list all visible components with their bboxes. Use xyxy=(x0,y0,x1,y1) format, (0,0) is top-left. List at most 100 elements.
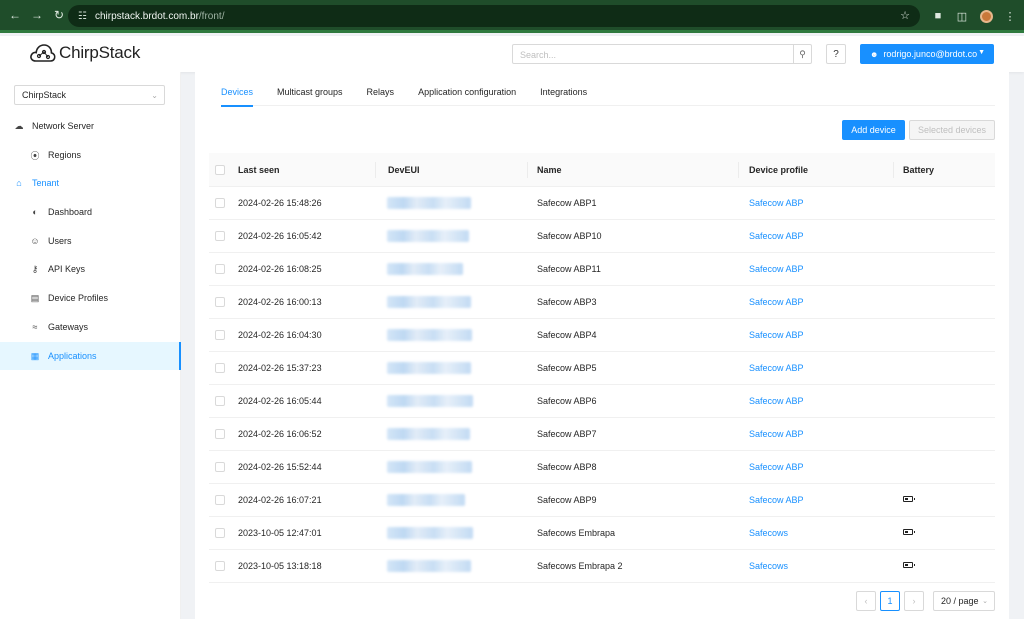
row-checkbox[interactable] xyxy=(215,330,225,340)
row-checkbox[interactable] xyxy=(215,198,225,208)
deveui-redacted xyxy=(387,263,463,275)
column-header-battery[interactable]: Battery xyxy=(903,165,934,175)
select-all-checkbox[interactable] xyxy=(215,165,225,175)
deveui-redacted xyxy=(387,494,465,506)
row-checkbox[interactable] xyxy=(215,264,225,274)
sidebar-item-applications[interactable]: ▦ Applications xyxy=(0,342,181,370)
row-checkbox[interactable] xyxy=(215,462,225,472)
table-row[interactable]: 2024-02-26 15:37:23 Safecow ABP5 Safecow A… xyxy=(209,352,995,385)
device-name-link[interactable]: Safecow ABP9 xyxy=(537,495,597,505)
profile-avatar[interactable] xyxy=(978,5,994,27)
device-name-link[interactable]: Safecow ABP3 xyxy=(537,297,597,307)
column-header-deveui[interactable]: DevEUI xyxy=(388,165,420,175)
row-checkbox[interactable] xyxy=(215,231,225,241)
row-checkbox[interactable] xyxy=(215,528,225,538)
row-checkbox[interactable] xyxy=(215,495,225,505)
device-name-link[interactable]: Safecow ABP7 xyxy=(537,429,597,439)
sidebar-item-gateways[interactable]: ≈ Gateways xyxy=(0,313,181,341)
sidebar-item-regions[interactable]: ⦿ Regions xyxy=(0,141,181,169)
device-profile-link[interactable]: Safecow ABP xyxy=(749,330,804,340)
device-name-link[interactable]: Safecow ABP1 xyxy=(537,198,597,208)
table-row[interactable]: 2024-02-26 15:48:26 Safecow ABP1 Safecow A… xyxy=(209,187,995,220)
device-profile-link[interactable]: Safecow ABP xyxy=(749,462,804,472)
sidebar-item-dashboard[interactable]: ◐ Dashboard xyxy=(0,198,181,226)
address-bar[interactable]: ☷ chirpstack.brdot.com.br/front/ ☆ xyxy=(68,5,920,27)
sidebar-item-network-server[interactable]: ☁ Network Server xyxy=(0,112,181,140)
device-name-link[interactable]: Safecow ABP4 xyxy=(537,330,597,340)
tab-multicast-groups[interactable]: Multicast groups xyxy=(277,72,343,106)
tenant-select[interactable]: ChirpStack ⌄ xyxy=(14,85,165,105)
table-row[interactable]: 2023-10-05 13:18:18 Safecows Embrapa 2 Saf… xyxy=(209,550,995,583)
add-device-button[interactable]: Add device xyxy=(842,120,905,140)
row-checkbox[interactable] xyxy=(215,363,225,373)
table-row[interactable]: 2024-02-26 16:06:52 Safecow ABP7 Safecow A… xyxy=(209,418,995,451)
tab-application-configuration[interactable]: Application configuration xyxy=(418,72,516,106)
sidebar-item-tenant[interactable]: ⌂ Tenant xyxy=(0,169,181,197)
reload-icon[interactable]: ↻ xyxy=(48,4,70,26)
tab-devices[interactable]: Devices xyxy=(221,72,254,107)
prev-page-button[interactable]: ‹ xyxy=(856,591,876,611)
user-menu-button[interactable]: ☻ rodrigo.junco@brdot.co ▼ xyxy=(860,44,994,64)
table-body: 2024-02-26 15:48:26 Safecow ABP1 Safecow A… xyxy=(209,187,995,583)
deveui-redacted xyxy=(387,527,473,539)
last-seen-cell: 2023-10-05 13:18:18 xyxy=(238,561,322,571)
row-checkbox[interactable] xyxy=(215,561,225,571)
bookmark-star-icon[interactable]: ☆ xyxy=(900,9,910,22)
device-profile-link[interactable]: Safecows xyxy=(749,528,788,538)
device-profile-link[interactable]: Safecows xyxy=(749,561,788,571)
help-button[interactable]: ? xyxy=(826,44,846,64)
wifi-icon: ≈ xyxy=(32,322,38,332)
sidebar-item-users[interactable]: ☺ Users xyxy=(0,227,181,255)
table-row[interactable]: 2024-02-26 16:08:25 Safecow ABP11 Safecow … xyxy=(209,253,995,286)
table-row[interactable]: 2024-02-26 16:07:21 Safecow ABP9 Safecow A… xyxy=(209,484,995,517)
selected-devices-button[interactable]: Selected devices xyxy=(909,120,995,140)
column-divider xyxy=(375,162,376,178)
forward-icon[interactable]: → xyxy=(26,4,48,26)
column-header-last-seen[interactable]: Last seen xyxy=(238,165,280,175)
device-name-link[interactable]: Safecow ABP11 xyxy=(537,264,601,274)
row-checkbox[interactable] xyxy=(215,429,225,439)
search-placeholder: Search... xyxy=(520,50,557,60)
table-row[interactable]: 2024-02-26 16:05:44 Safecow ABP6 Safecow A… xyxy=(209,385,995,418)
row-checkbox[interactable] xyxy=(215,396,225,406)
row-checkbox[interactable] xyxy=(215,297,225,307)
device-profile-link[interactable]: Safecow ABP xyxy=(749,264,804,274)
device-profile-link[interactable]: Safecow ABP xyxy=(749,297,804,307)
extensions-icon[interactable]: ■ xyxy=(930,5,946,27)
table-row[interactable]: 2023-10-05 12:47:01 Safecows Embrapa Safec… xyxy=(209,517,995,550)
table-row[interactable]: 2024-02-26 16:05:42 Safecow ABP10 Safecow … xyxy=(209,220,995,253)
tab-relays[interactable]: Relays xyxy=(367,72,395,106)
table-row[interactable]: 2024-02-26 16:04:30 Safecow ABP4 Safecow A… xyxy=(209,319,995,352)
menu-kebab-icon[interactable]: ⋮ xyxy=(1002,5,1018,27)
device-profile-link[interactable]: Safecow ABP xyxy=(749,396,804,406)
device-profile-link[interactable]: Safecow ABP xyxy=(749,429,804,439)
device-profile-link[interactable]: Safecow ABP xyxy=(749,198,804,208)
chirpstack-logo[interactable]: ChirpStack xyxy=(29,42,140,64)
sidebar-item-api-keys[interactable]: ⚷ API Keys xyxy=(0,255,181,283)
column-header-device-profile[interactable]: Device profile xyxy=(749,165,808,175)
page-1-button[interactable]: 1 xyxy=(880,591,900,611)
sidebar-item-device-profiles[interactable]: ▤ Device Profiles xyxy=(0,284,181,312)
page-size-value: 20 / page xyxy=(941,596,979,606)
site-settings-icon[interactable]: ☷ xyxy=(78,11,87,22)
column-header-name[interactable]: Name xyxy=(537,165,562,175)
apps-icon: ▦ xyxy=(30,350,40,361)
search-icon[interactable]: ⚲ xyxy=(793,45,811,63)
device-name-link[interactable]: Safecow ABP6 xyxy=(537,396,597,406)
device-name-link[interactable]: Safecows Embrapa xyxy=(537,528,615,538)
device-profile-link[interactable]: Safecow ABP xyxy=(749,363,804,373)
next-page-button[interactable]: › xyxy=(904,591,924,611)
page-size-select[interactable]: 20 / page ⌄ xyxy=(933,591,995,611)
device-name-link[interactable]: Safecows Embrapa 2 xyxy=(537,561,623,571)
side-panel-icon[interactable]: ◫ xyxy=(954,5,970,27)
device-profile-link[interactable]: Safecow ABP xyxy=(749,231,804,241)
device-name-link[interactable]: Safecow ABP8 xyxy=(537,462,597,472)
tab-integrations[interactable]: Integrations xyxy=(540,72,587,106)
search-input[interactable]: Search... ⚲ xyxy=(512,44,812,64)
device-name-link[interactable]: Safecow ABP10 xyxy=(537,231,602,241)
table-row[interactable]: 2024-02-26 15:52:44 Safecow ABP8 Safecow A… xyxy=(209,451,995,484)
device-profile-link[interactable]: Safecow ABP xyxy=(749,495,804,505)
back-icon[interactable]: ← xyxy=(4,4,26,26)
device-name-link[interactable]: Safecow ABP5 xyxy=(537,363,597,373)
table-row[interactable]: 2024-02-26 16:00:13 Safecow ABP3 Safecow A… xyxy=(209,286,995,319)
